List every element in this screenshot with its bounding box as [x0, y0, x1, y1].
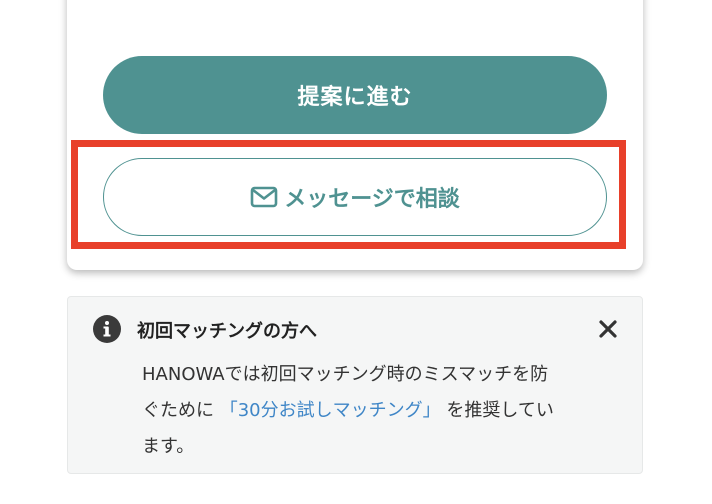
proceed-to-proposal-button[interactable]: 提案に進む	[103, 56, 607, 134]
message-consult-button[interactable]: メッセージで相談	[103, 158, 607, 236]
message-button-label: メッセージで相談	[284, 187, 460, 212]
close-icon[interactable]	[598, 319, 618, 339]
notice-title: 初回マッチングの方へ	[137, 321, 317, 342]
notice-body: HANOWAでは初回マッチング時のミスマッチを防 ぐために 「30分お試しマッチ…	[142, 357, 622, 465]
trial-matching-link[interactable]: 「30分お試しマッチング」	[220, 400, 441, 421]
mail-icon	[250, 186, 278, 208]
info-icon	[93, 315, 121, 343]
notice-body-line: ぐために 「30分お試しマッチング」 を推奨してい	[142, 393, 622, 429]
notice-body-line: ます。	[142, 436, 195, 457]
notice-body-text: ぐために	[142, 400, 214, 421]
notice-body-text: を推奨してい	[446, 400, 554, 421]
first-matching-notice: 初回マッチングの方へ HANOWAでは初回マッチング時のミスマッチを防 ぐために…	[67, 296, 643, 474]
notice-body-line: HANOWAでは初回マッチング時のミスマッチを防	[142, 364, 549, 385]
proceed-button-label: 提案に進む	[297, 85, 413, 110]
